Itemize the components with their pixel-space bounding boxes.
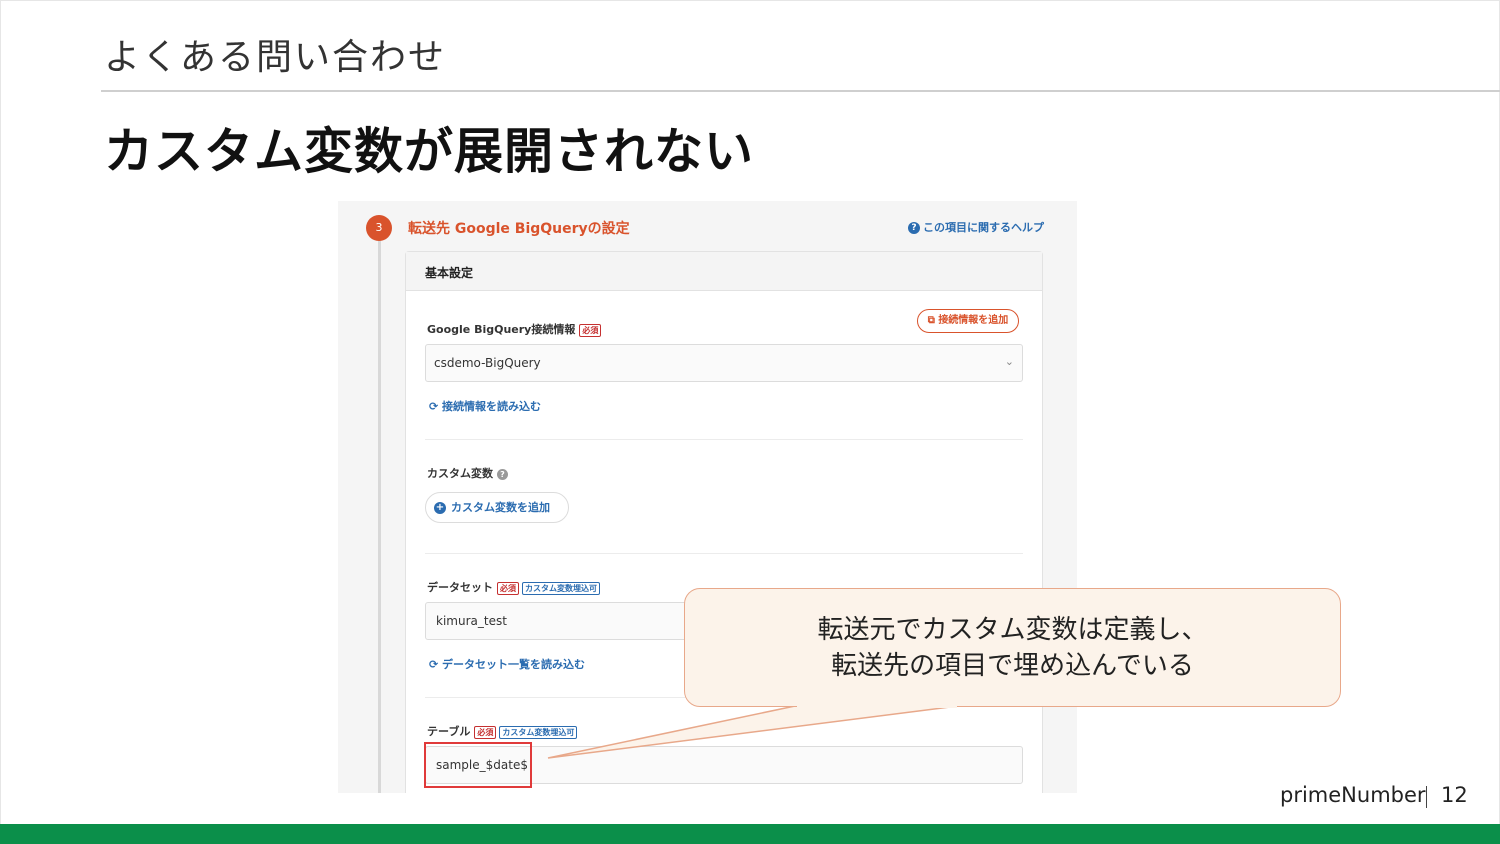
footer-separator [1426,786,1427,808]
callout-tail-joint [797,705,957,708]
callout-tail [547,705,959,759]
callout-line-2: 転送先の項目で埋め込んでいる [831,651,1194,681]
footer-bar [0,824,1500,844]
callout-pointer [547,705,959,759]
callout-line-1: 転送元でカスタム変数は定義し、 [817,615,1208,645]
callout-text: 転送元でカスタム変数は定義し、 転送先の項目で埋め込んでいる [684,612,1341,684]
page-number: 12 [1441,783,1468,807]
brand-name: primeNumber [1280,783,1426,807]
